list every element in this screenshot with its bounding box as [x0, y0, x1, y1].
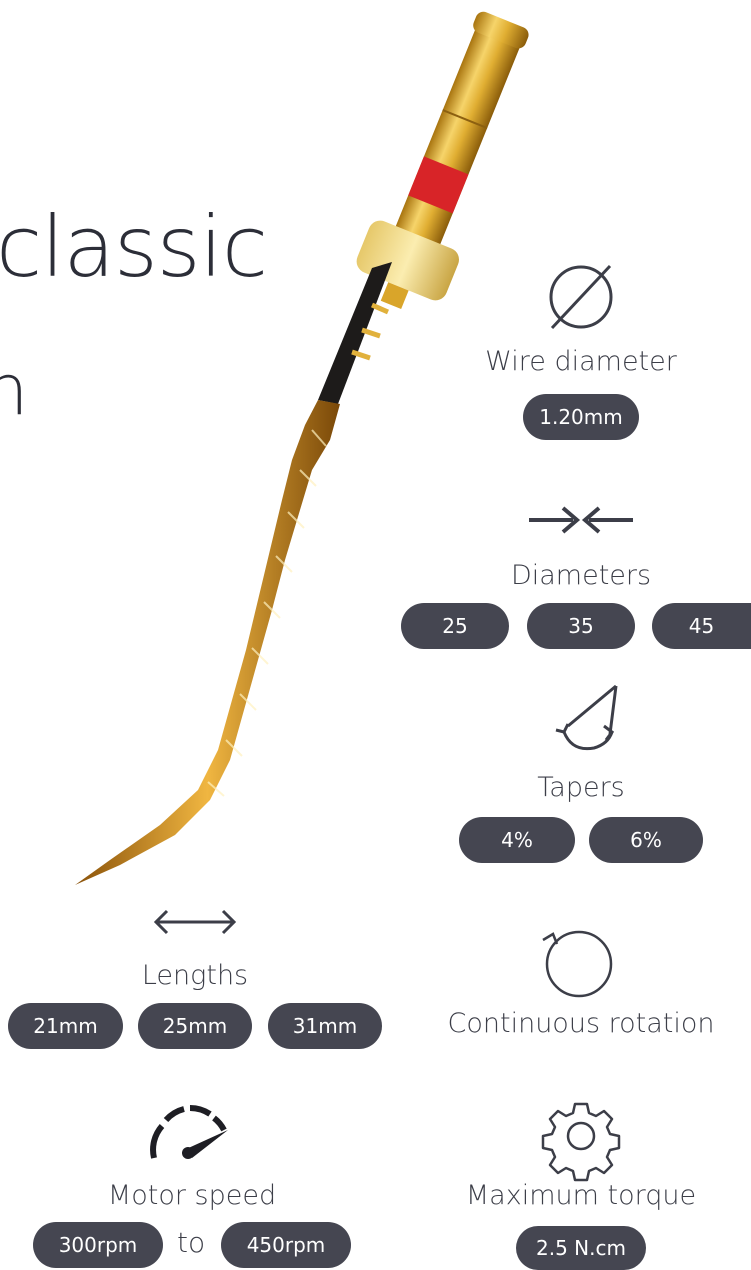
taper-option-4: 4%: [459, 817, 575, 863]
gear-icon: [541, 1102, 621, 1182]
taper-option-6: 6%: [589, 817, 703, 863]
diameters-label: Diameters: [510, 560, 652, 591]
wire-diameter-value: 1.20mm: [523, 394, 639, 440]
length-option-21mm: 21mm: [8, 1003, 123, 1049]
taper-icon: [555, 684, 618, 751]
diameter-icon: [549, 264, 613, 330]
diameter-option-25: 25: [401, 603, 509, 649]
maximum-torque-label: Maximum torque: [465, 1180, 697, 1211]
motor-speed-label: Motor speed: [107, 1180, 277, 1211]
length-option-25mm: 25mm: [138, 1003, 252, 1049]
lengths-label: Lengths: [141, 960, 249, 991]
speedometer-icon: [150, 1104, 228, 1159]
motor-speed-max: 450rpm: [221, 1222, 351, 1268]
rotation-icon: [542, 930, 613, 998]
length-option-31mm: 31mm: [268, 1003, 382, 1049]
product-title-line1: classic: [0, 198, 268, 296]
maximum-torque-value: 2.5 N.cm: [516, 1226, 646, 1270]
motor-speed-joiner: to: [177, 1226, 206, 1259]
product-title-line2: n: [0, 349, 28, 431]
endodontic-file-image: [75, 11, 529, 885]
diameter-option-35: 35: [527, 603, 635, 649]
wire-diameter-label: Wire diameter: [485, 346, 677, 377]
double-arrow-icon: [153, 909, 237, 935]
diameters-arrows-icon: [529, 506, 633, 534]
tapers-label: Tapers: [537, 772, 625, 803]
continuous-rotation-label: Continuous rotation: [447, 1008, 715, 1039]
motor-speed-min: 300rpm: [33, 1222, 163, 1268]
diameter-option-45: 45: [652, 603, 751, 649]
